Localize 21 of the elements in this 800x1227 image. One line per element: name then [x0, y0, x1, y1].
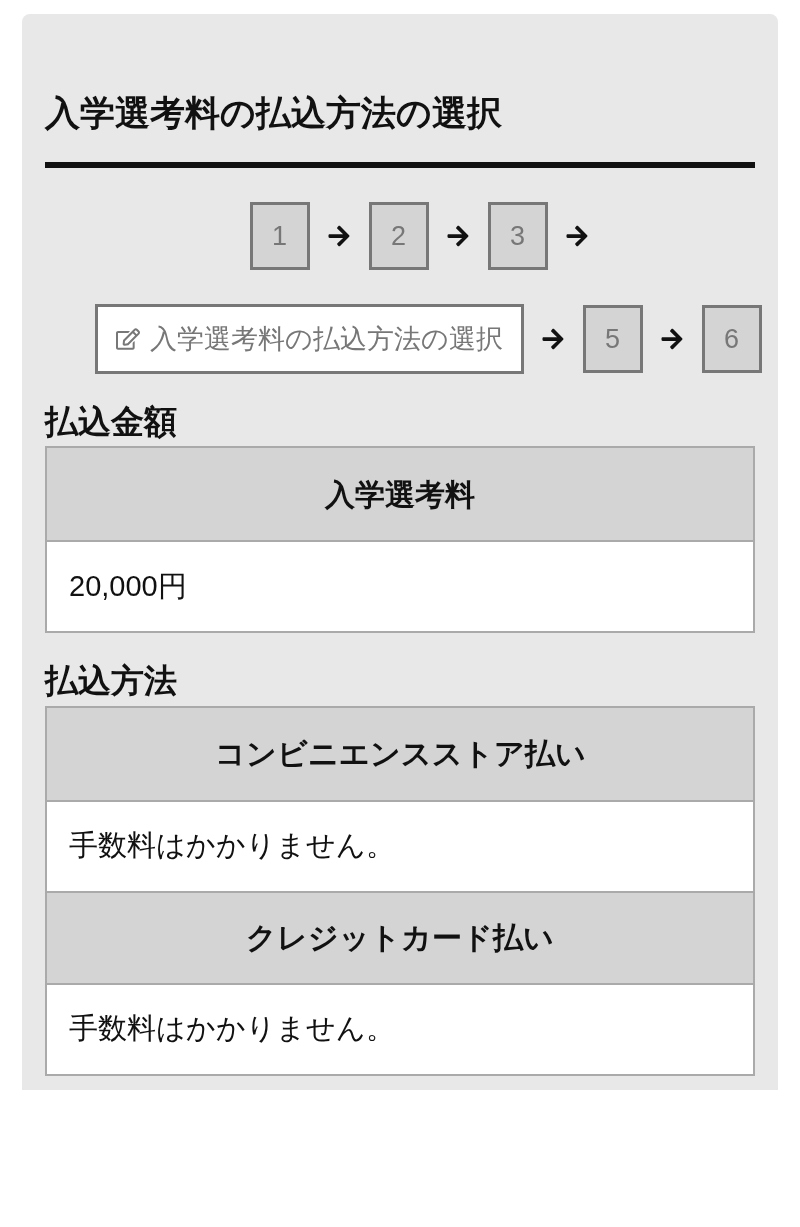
step-label: 入学選考料の払込方法の選択: [149, 322, 503, 356]
step-number: 5: [582, 305, 643, 373]
step-number: 3: [487, 202, 548, 270]
table-header-cell: 入学選考料: [47, 448, 753, 541]
page-title: 入学選考料の払込方法の選択: [45, 92, 503, 134]
table-cell: 手数料はかかりません。: [47, 982, 753, 1074]
table-cell: 20,000円: [47, 540, 753, 632]
section-heading: 払込金額: [45, 404, 178, 441]
step-number: 6: [701, 305, 762, 373]
edit-icon: [115, 327, 140, 351]
step-number: 1: [249, 202, 310, 270]
arrow-right-icon: [540, 327, 565, 351]
arrow-right-icon: [326, 224, 351, 248]
arrow-right-icon: [564, 224, 589, 248]
arrow-right-icon: [659, 327, 684, 351]
section-heading: 払込方法: [45, 663, 178, 700]
table-cell: 手数料はかかりません。: [47, 799, 753, 891]
table-header-cell: クレジットカード払い: [47, 890, 753, 983]
step-number: 2: [368, 202, 429, 270]
table-header-cell: コンビニエンスストア払い: [47, 707, 753, 800]
arrow-right-icon: [445, 224, 470, 248]
